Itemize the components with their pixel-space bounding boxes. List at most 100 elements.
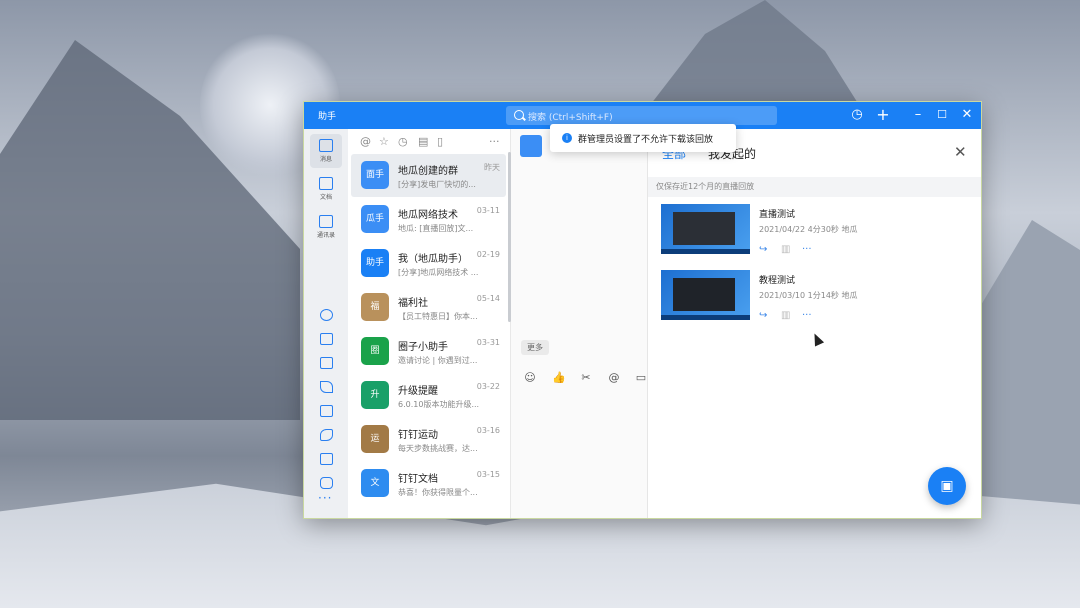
share-icon[interactable]: ↪: [759, 244, 767, 255]
chat-avatar: 文: [361, 469, 389, 497]
chat-name: 升级提醒: [398, 386, 438, 397]
chat-name: 钉钉运动: [398, 430, 438, 441]
live-camera-icon: ▣: [940, 478, 954, 494]
thumbnail-taskbar: [661, 315, 750, 320]
history-icon[interactable]: ◷: [849, 107, 865, 123]
rail-item-messages[interactable]: 消息: [310, 134, 342, 168]
calendar-icon[interactable]: [320, 333, 333, 345]
close-icon[interactable]: ✕: [954, 143, 967, 161]
start-live-button[interactable]: ▣: [928, 467, 966, 505]
chat-avatar: 面手: [361, 161, 389, 189]
close-button[interactable]: ✕: [959, 107, 975, 123]
replay-title: 直播测试: [759, 210, 796, 220]
stats-icon[interactable]: ▥: [781, 310, 790, 321]
lightning-icon[interactable]: [320, 381, 333, 393]
chat-time: 03-11: [476, 206, 500, 215]
thumbnail-window: [673, 278, 735, 311]
chat-list-item[interactable]: 运钉钉运动 03-16 每天步数挑战赛，达...: [351, 418, 506, 461]
emoji-icon[interactable]: ☺: [524, 372, 536, 384]
chat-avatar: 福: [361, 293, 389, 321]
chat-time: 03-15: [476, 470, 500, 479]
chat-list: @ ☆ ◷ ▤ ▯ ··· 面手 地瓜创建的群 昨天 [分享]发电厂快切的... 瓜手地…: [348, 129, 511, 518]
chat-name: 福利社: [398, 298, 428, 309]
chat-list-item[interactable]: 文钉钉文档 03-15 恭喜！你获得限量个...: [351, 462, 506, 505]
thumbs-up-icon[interactable]: 👍: [552, 372, 566, 384]
cloud-icon[interactable]: [320, 309, 333, 321]
info-icon: i: [562, 133, 572, 143]
replay-meta: 2021/03/10 1分14秒 地瓜: [759, 291, 858, 300]
rail-label-docs: 文档: [319, 194, 332, 201]
chat-list-item[interactable]: 升升级提醒 03-22 6.0.10版本功能升级...: [351, 374, 506, 417]
document-icon: [319, 177, 333, 190]
approval-icon[interactable]: [320, 453, 333, 465]
more-icon[interactable]: ···: [489, 135, 500, 148]
scissors-icon[interactable]: ✂: [580, 372, 592, 384]
add-icon[interactable]: +: [875, 107, 891, 123]
chat-name: 圈子小助手: [398, 342, 448, 353]
minimize-button[interactable]: –: [910, 107, 926, 123]
mention-icon[interactable]: @: [608, 372, 620, 384]
chat-time: 03-16: [476, 426, 500, 435]
stats-icon[interactable]: ▥: [781, 244, 790, 255]
chat-list-item[interactable]: 福福利社 05-14 【员工特惠日】你本...: [351, 286, 506, 329]
chat-time: 昨天: [484, 163, 500, 172]
left-rail: 消息 文档 通讯录 ···: [304, 129, 348, 518]
chat-preview: 【员工特惠日】你本...: [398, 312, 478, 321]
chat-avatar: 助手: [361, 249, 389, 277]
chat-preview: 6.0.10版本功能升级...: [398, 400, 480, 409]
file-icon[interactable]: ▯: [437, 135, 443, 148]
rail-item-docs[interactable]: 文档: [310, 172, 342, 206]
conversation-pane: 更多 ☺ 👍 ✂ @ ▭: [511, 129, 648, 518]
group-avatar: [520, 135, 542, 157]
replay-thumbnail[interactable]: [661, 204, 750, 254]
replay-meta: 2021/04/22 4分30秒 地瓜: [759, 225, 858, 234]
search-placeholder: 搜索 (Ctrl+Shift+F): [528, 113, 613, 123]
chat-preview: [分享]地瓜网络技术 ...: [398, 268, 479, 277]
chat-name: 我（地瓜助手）: [398, 254, 468, 265]
todo-icon[interactable]: [320, 357, 333, 369]
rail-label-messages: 消息: [319, 156, 332, 163]
replay-item[interactable]: 直播测试 2021/04/22 4分30秒 地瓜 ↪ ▥ ···: [661, 204, 971, 256]
phone-icon[interactable]: [320, 429, 333, 441]
toast-text: 群管理员设置了不允许下载该回放: [578, 135, 714, 145]
more-apps-icon[interactable]: ···: [318, 491, 332, 505]
mail-icon[interactable]: [320, 405, 333, 417]
chat-list-item[interactable]: 瓜手 地瓜网络技术 03-11 地瓜: [直播回放]文...: [351, 198, 506, 241]
chat-preview: 每天步数挑战赛，达...: [398, 444, 478, 453]
mention-icon[interactable]: @: [360, 135, 371, 148]
replay-thumbnail[interactable]: [661, 270, 750, 320]
folder-send-icon[interactable]: ▭: [635, 372, 647, 384]
replay-title: 教程测试: [759, 276, 796, 286]
folder-icon[interactable]: [320, 477, 333, 489]
chat-avatar: 升: [361, 381, 389, 409]
more-actions-icon[interactable]: ···: [802, 310, 812, 321]
message-icon: [319, 139, 333, 152]
search-input[interactable]: 搜索 (Ctrl+Shift+F): [506, 106, 777, 125]
rail-item-contacts[interactable]: 通讯录: [310, 210, 342, 244]
chat-list-item[interactable]: 圈圈子小助手 03-31 邀请讨论 | 你遇到过...: [351, 330, 506, 373]
thumbnail-window: [673, 212, 735, 245]
share-icon[interactable]: ↪: [759, 310, 767, 321]
chat-list-item[interactable]: 助手 我（地瓜助手） 02-19 [分享]地瓜网络技术 ...: [351, 242, 506, 285]
clock-icon[interactable]: ◷: [398, 135, 408, 148]
chat-preview: 地瓜: [直播回放]文...: [398, 224, 474, 233]
star-icon[interactable]: ☆: [379, 135, 389, 148]
replay-item[interactable]: 教程测试 2021/03/10 1分14秒 地瓜 ↪ ▥ ···: [661, 270, 971, 322]
chat-list-toolbar: @ ☆ ◷ ▤ ▯ ···: [348, 129, 510, 153]
calendar-filter-icon[interactable]: ▤: [418, 135, 428, 148]
chat-time: 02-19: [476, 250, 500, 259]
more-button[interactable]: 更多: [521, 340, 549, 355]
more-actions-icon[interactable]: ···: [802, 244, 812, 255]
chat-name: 地瓜创建的群: [398, 166, 458, 177]
chat-name: 钉钉文档: [398, 474, 438, 485]
thumbnail-taskbar: [661, 249, 750, 254]
chat-list-item[interactable]: 面手 地瓜创建的群 昨天 [分享]发电厂快切的...: [351, 154, 506, 197]
chat-time: 05-14: [476, 294, 500, 303]
contacts-icon: [319, 215, 333, 228]
chat-preview: 邀请讨论 | 你遇到过...: [398, 356, 478, 365]
chat-name: 地瓜网络技术: [398, 210, 458, 221]
maximize-button[interactable]: ☐: [934, 107, 950, 123]
chat-avatar: 瓜手: [361, 205, 389, 233]
toast-notification: i 群管理员设置了不允许下载该回放: [550, 124, 736, 152]
app-title: 助手: [318, 112, 337, 122]
